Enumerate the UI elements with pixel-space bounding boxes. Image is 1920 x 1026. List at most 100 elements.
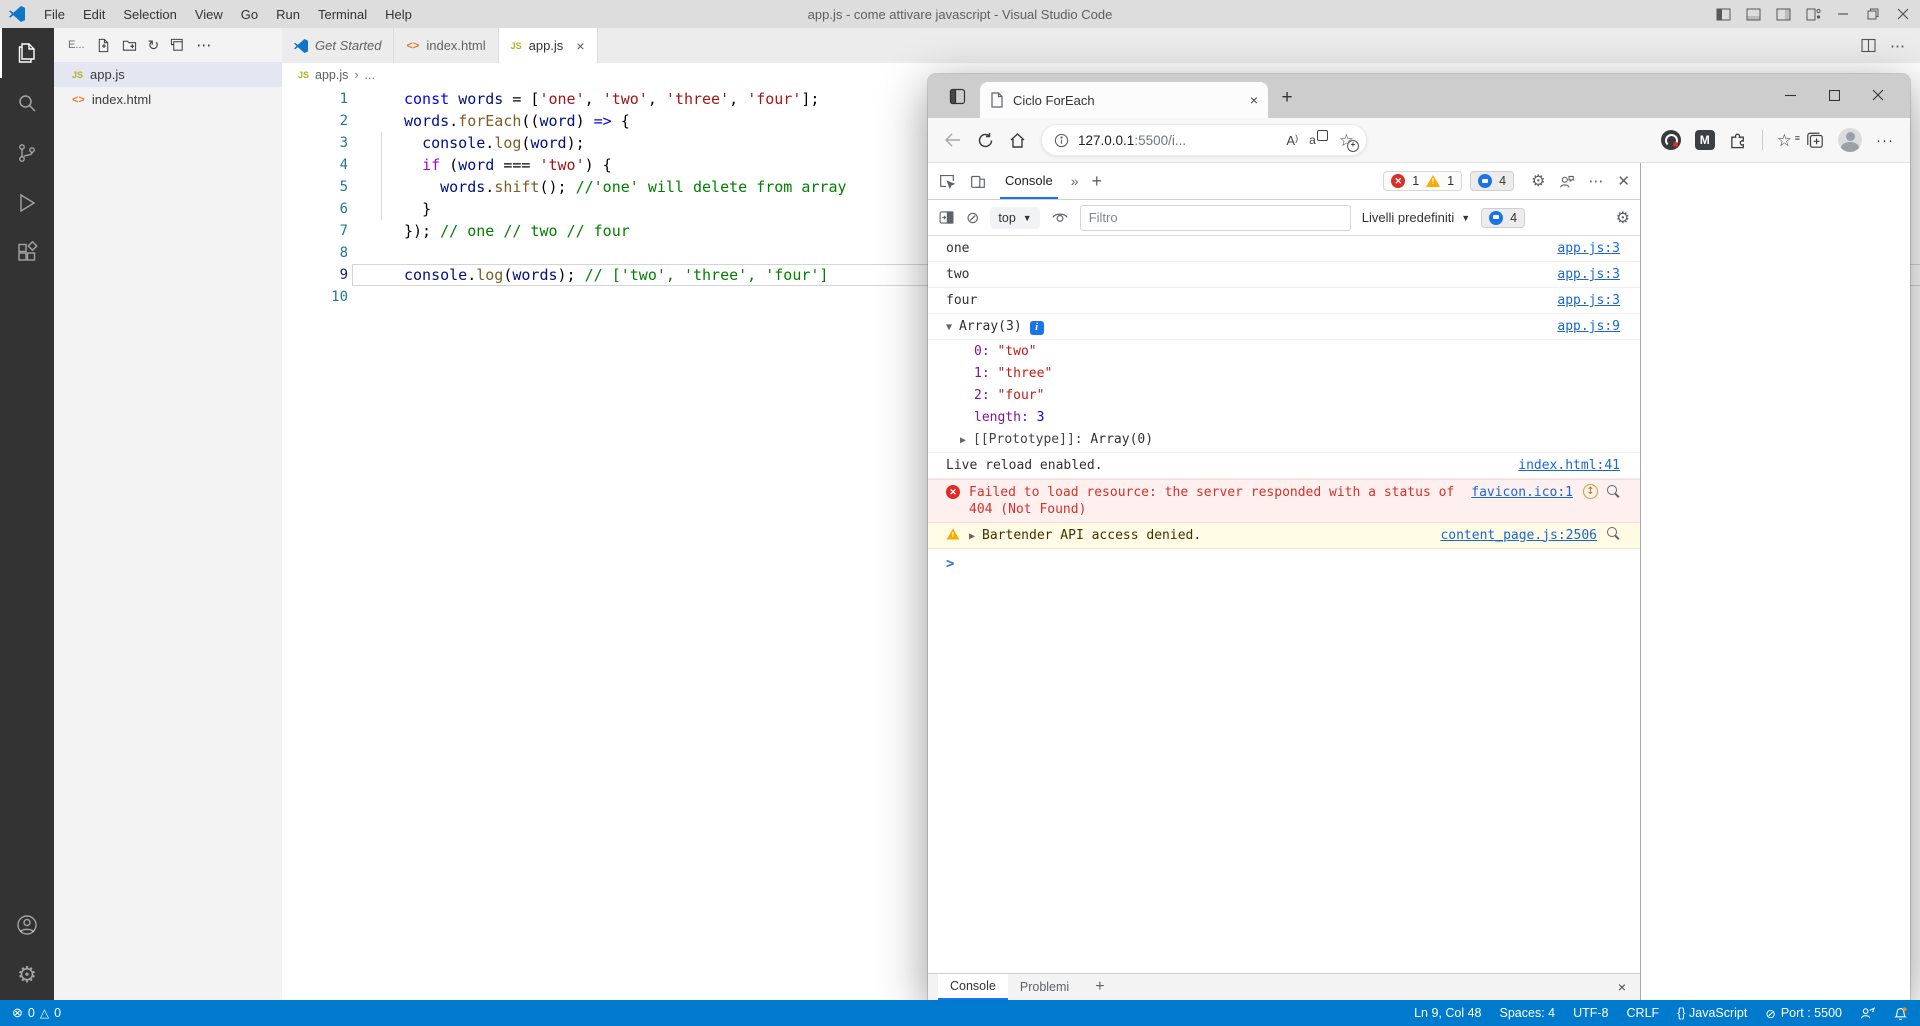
source-link[interactable]: app.js:3: [1557, 292, 1620, 309]
split-editor-icon[interactable]: [1861, 38, 1876, 53]
read-aloud-icon[interactable]: A): [1286, 133, 1298, 148]
back-icon[interactable]: [944, 132, 962, 148]
menu-go[interactable]: Go: [232, 7, 267, 22]
feedback-icon[interactable]: [1860, 1006, 1875, 1021]
refresh-explorer-icon[interactable]: ↻: [148, 37, 160, 54]
toggle-panel-icon[interactable]: [1738, 0, 1768, 28]
toggle-secondary-sidebar-icon[interactable]: [1768, 0, 1798, 28]
collapse-folders-icon[interactable]: [170, 38, 185, 53]
menu-view[interactable]: View: [186, 7, 232, 22]
customize-layout-icon[interactable]: [1798, 0, 1828, 28]
status-port-5500[interactable]: ⊘Port : 5500: [1765, 1006, 1842, 1021]
site-info-icon[interactable]: [1054, 133, 1069, 148]
explorer-icon[interactable]: [0, 28, 54, 78]
file-item-index.html[interactable]: <>index.html: [54, 87, 282, 112]
menu-edit[interactable]: Edit: [74, 7, 114, 22]
browser-tab[interactable]: Ciclo ForEach ×: [980, 82, 1268, 118]
browser-settings-menu-icon[interactable]: ···: [1876, 132, 1894, 149]
menu-help[interactable]: Help: [376, 7, 421, 22]
toggle-sidebar-icon[interactable]: [1708, 0, 1738, 28]
home-icon[interactable]: [1009, 132, 1026, 149]
source-link[interactable]: app.js:9: [1557, 318, 1620, 335]
console-filter-input[interactable]: [1080, 205, 1351, 231]
status-ln-9-col-48[interactable]: Ln 9, Col 48: [1414, 1006, 1481, 1020]
drawer-tab-console[interactable]: Console: [938, 974, 1008, 1000]
browser-minimize-button[interactable]: [1768, 80, 1812, 110]
devtools-close-icon[interactable]: ✕: [1617, 172, 1630, 190]
status-spaces-4[interactable]: Spaces: 4: [1500, 1006, 1556, 1020]
search-icon[interactable]: [1607, 485, 1620, 498]
messages-badge[interactable]: 4: [1470, 171, 1514, 191]
console-sidebar-icon[interactable]: [938, 209, 955, 226]
collections-icon[interactable]: [1806, 131, 1824, 149]
tab-actions-menu-icon[interactable]: [942, 81, 972, 111]
collapse-caret-icon[interactable]: ▼: [946, 319, 952, 336]
profile-avatar[interactable]: [1838, 128, 1862, 152]
menu-run[interactable]: Run: [267, 7, 309, 22]
source-link[interactable]: app.js:3: [1557, 266, 1620, 283]
device-toolbar-icon[interactable]: [969, 172, 987, 190]
favorites-icon[interactable]: ☆≡: [1777, 132, 1792, 149]
issues-badge[interactable]: ✕ 1 1: [1383, 171, 1462, 191]
page-viewport[interactable]: [1641, 163, 1910, 1000]
console-settings-gear-icon[interactable]: ⚙: [1616, 208, 1630, 228]
source-link[interactable]: favicon.ico:1: [1471, 484, 1573, 501]
settings-gear-icon[interactable]: ⚙: [0, 950, 54, 1000]
status-utf-8[interactable]: UTF-8: [1573, 1006, 1608, 1020]
menu-terminal[interactable]: Terminal: [309, 7, 376, 22]
editor-tab-app.js[interactable]: JSapp.js×: [499, 28, 598, 63]
drawer-tab-problemi[interactable]: Problemi: [1008, 974, 1081, 1000]
status-javascript[interactable]: {} JavaScript: [1677, 1006, 1747, 1020]
refresh-icon[interactable]: [977, 132, 994, 149]
address-bar[interactable]: 127.0.0.1:5500/i... A) a ☆+: [1041, 124, 1367, 156]
new-tab-button[interactable]: +: [1272, 83, 1302, 113]
tab-close-icon[interactable]: ×: [576, 38, 584, 54]
menu-file[interactable]: File: [35, 7, 74, 22]
status-crlf[interactable]: CRLF: [1627, 1006, 1660, 1020]
editor-tab-get-started[interactable]: Get Started: [282, 28, 394, 63]
editor-more-actions-icon[interactable]: ⋯: [1890, 37, 1906, 55]
extension-icon[interactable]: [1661, 130, 1681, 150]
extensions-puzzle-icon[interactable]: [1729, 131, 1748, 150]
tab-close-icon[interactable]: ×: [1250, 92, 1258, 108]
live-expression-eye-icon[interactable]: [1051, 210, 1069, 225]
new-file-icon[interactable]: [96, 38, 111, 53]
inspect-element-icon[interactable]: [938, 172, 956, 190]
run-debug-icon[interactable]: [0, 178, 54, 228]
editor-tab-index.html[interactable]: <>index.html: [394, 28, 498, 63]
search-icon[interactable]: [0, 78, 54, 128]
expand-caret-icon[interactable]: ▶: [969, 528, 975, 545]
restore-button[interactable]: [1858, 0, 1888, 28]
context-selector[interactable]: top ▼: [990, 207, 1039, 229]
devtools-more-icon[interactable]: ⋯: [1588, 172, 1604, 190]
console-messages-badge[interactable]: 4: [1481, 208, 1525, 228]
add-tab-icon[interactable]: +: [1092, 171, 1103, 192]
drawer-add-tab-icon[interactable]: +: [1081, 974, 1118, 1000]
devtools-settings-gear-icon[interactable]: ⚙: [1531, 171, 1545, 191]
clear-console-icon[interactable]: ⊘: [966, 208, 979, 228]
add-favorite-icon[interactable]: ☆+: [1339, 132, 1354, 149]
translate-icon[interactable]: a: [1309, 133, 1328, 147]
issue-icon[interactable]: ↕: [1583, 484, 1598, 499]
expand-caret-icon[interactable]: ▶: [960, 432, 966, 449]
search-icon[interactable]: [1607, 527, 1620, 540]
source-link[interactable]: index.html:41: [1518, 457, 1620, 474]
minimize-button[interactable]: [1828, 0, 1858, 28]
browser-maximize-button[interactable]: [1812, 80, 1856, 110]
problems-status[interactable]: ⊗ 0 △ 0: [12, 1005, 61, 1021]
extensions-icon[interactable]: [0, 228, 54, 278]
more-actions-icon[interactable]: ⋯: [196, 36, 212, 54]
account-icon[interactable]: [0, 900, 54, 950]
console-row-prompt[interactable]: >: [928, 549, 1640, 577]
browser-close-button[interactable]: [1856, 80, 1900, 110]
devtools-feedback-icon[interactable]: [1558, 173, 1575, 190]
source-control-icon[interactable]: [0, 128, 54, 178]
file-item-app.js[interactable]: JSapp.js: [54, 62, 282, 87]
devtools-tab-console[interactable]: Console: [1000, 163, 1058, 199]
new-folder-icon[interactable]: [122, 38, 137, 53]
source-link[interactable]: content_page.js:2506: [1440, 527, 1597, 544]
extension-m-icon[interactable]: M: [1695, 130, 1715, 150]
more-tabs-icon[interactable]: »: [1071, 173, 1079, 189]
source-link[interactable]: app.js:3: [1557, 240, 1620, 257]
notifications-bell-icon[interactable]: [1893, 1006, 1908, 1021]
